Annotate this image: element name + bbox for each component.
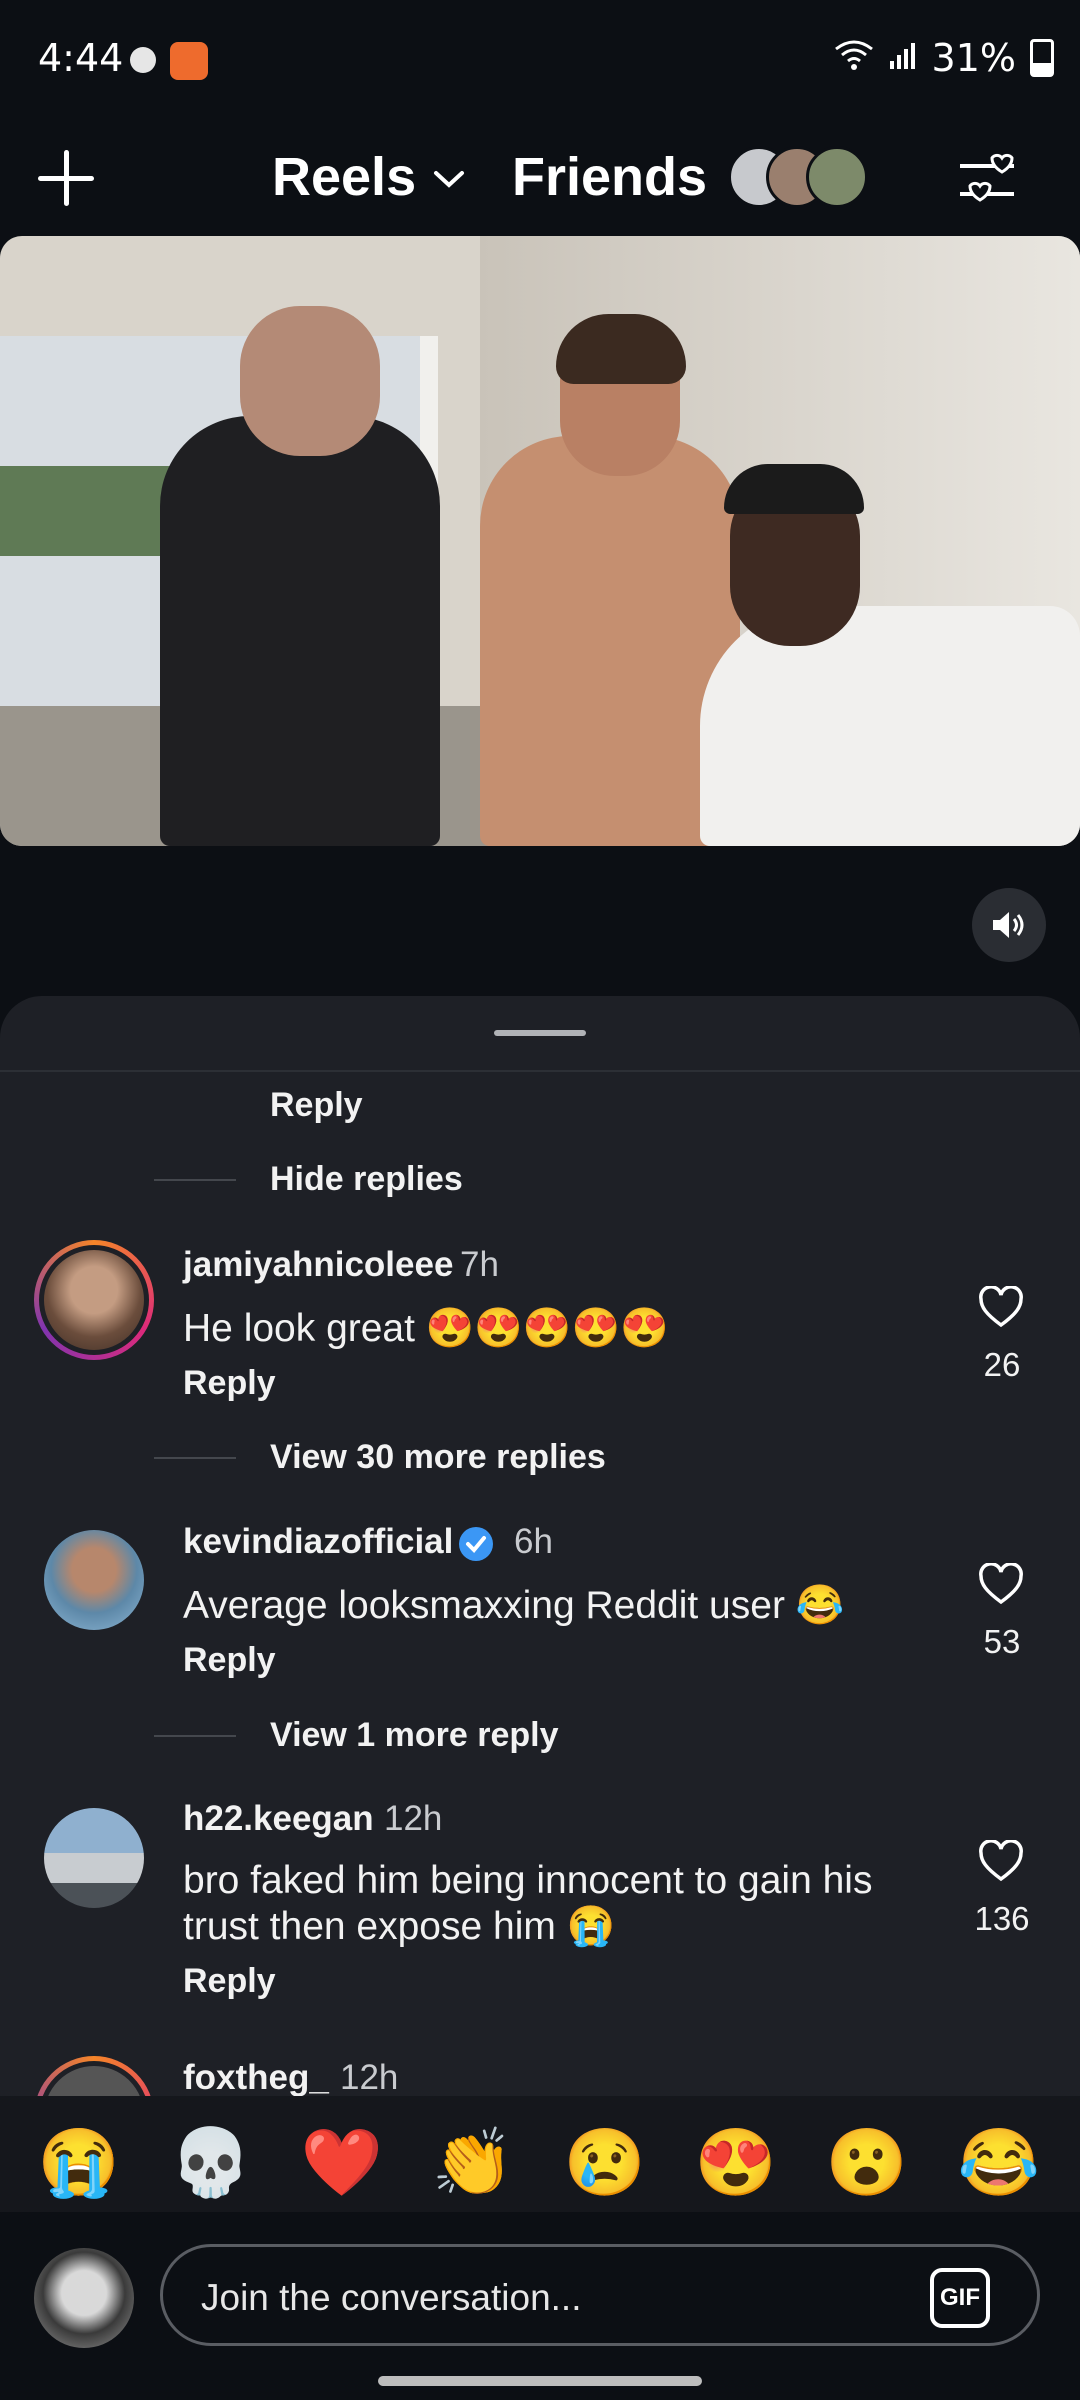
thread-line xyxy=(154,1179,236,1181)
comment-text: Average looksmaxxing Reddit user 😂 xyxy=(183,1584,845,1627)
thread-line xyxy=(154,1735,236,1737)
hide-replies-button[interactable]: Hide replies xyxy=(270,1160,463,1199)
verified-badge-icon xyxy=(456,1524,496,1569)
emoji-reaction-bar xyxy=(0,2096,1080,2212)
emoji-sad[interactable]: 😢 xyxy=(560,2124,650,2202)
heart-icon[interactable] xyxy=(978,1562,1024,1609)
view-more-replies-button[interactable]: View 1 more reply xyxy=(270,1716,559,1755)
battery-text: 31% xyxy=(931,36,1016,80)
person-left-head xyxy=(240,306,380,456)
gif-icon[interactable]: GIF xyxy=(930,2268,990,2328)
emoji-skull[interactable]: 💀 xyxy=(166,2124,256,2202)
sheet-divider xyxy=(0,1070,1080,1072)
emoji-laughing[interactable]: 😂 xyxy=(954,2124,1044,2202)
emoji-crying[interactable]: 😭 xyxy=(34,2124,124,2202)
thread-line xyxy=(154,1457,236,1459)
view-more-replies-button[interactable]: View 30 more replies xyxy=(270,1438,606,1477)
like-count: 136 xyxy=(974,1900,1030,1937)
heart-icon[interactable] xyxy=(978,1285,1024,1332)
comment-username[interactable]: kevindiazofficial xyxy=(183,1522,453,1562)
tab-reels[interactable]: Reels xyxy=(272,146,416,208)
comment-text-line-1: bro faked him being innocent to gain his xyxy=(183,1859,873,1902)
filter-hearts-icon[interactable] xyxy=(956,150,1018,212)
volume-icon[interactable] xyxy=(972,888,1046,962)
avatar xyxy=(39,1245,149,1355)
wifi-icon xyxy=(834,36,874,80)
like-count: 53 xyxy=(983,1623,1021,1660)
chevron-down-icon[interactable] xyxy=(432,164,466,198)
plus-icon[interactable] xyxy=(38,150,94,206)
person-left-body xyxy=(160,416,440,846)
reply-button[interactable]: Reply xyxy=(183,1641,276,1680)
comment-time: 7h xyxy=(460,1245,499,1284)
comment-username[interactable]: foxtheg_ xyxy=(183,2058,329,2098)
reel-video[interactable] xyxy=(0,236,1080,846)
person-right-body xyxy=(700,606,1080,846)
comment-text: He look great 😍😍😍😍😍 xyxy=(183,1307,669,1350)
comment-username[interactable]: jamiyahnicoleee xyxy=(183,1245,453,1285)
app-notification-icon xyxy=(170,42,208,80)
comment-username[interactable]: h22.keegan xyxy=(183,1799,374,1839)
comment-text-line-2: trust then expose him 😭 xyxy=(183,1905,616,1948)
heart-icon[interactable] xyxy=(978,1839,1024,1886)
emoji-heart-eyes[interactable]: 😍 xyxy=(691,2124,781,2202)
emoji-surprised[interactable]: 😮 xyxy=(822,2124,912,2202)
comment-input[interactable]: Join the conversation... xyxy=(160,2244,1040,2346)
reply-button[interactable]: Reply xyxy=(270,1086,363,1125)
comment-input-placeholder: Join the conversation... xyxy=(201,2277,582,2318)
comment-time: 12h xyxy=(384,1799,443,1838)
reply-button[interactable]: Reply xyxy=(183,1962,276,2001)
status-time: 4:44 xyxy=(38,36,124,80)
emoji-heart[interactable]: ❤️ xyxy=(297,2124,387,2202)
emoji-clap[interactable]: 👏 xyxy=(428,2124,518,2202)
avatar[interactable] xyxy=(44,1530,144,1630)
status-notification-dot xyxy=(130,47,156,73)
friend-avatar-3 xyxy=(806,146,868,208)
battery-icon xyxy=(1030,39,1054,77)
comment-time: 12h xyxy=(340,2058,399,2097)
current-user-avatar xyxy=(34,2248,134,2348)
signal-icon xyxy=(888,36,918,80)
person-right-cap xyxy=(724,464,864,514)
home-indicator[interactable] xyxy=(378,2376,702,2386)
avatar-story-ring[interactable] xyxy=(34,1240,154,1360)
tab-friends[interactable]: Friends xyxy=(512,146,707,208)
comment-time: 6h xyxy=(514,1522,553,1561)
like-count: 26 xyxy=(983,1346,1021,1383)
status-right-group: 31% xyxy=(834,36,1054,80)
reply-button[interactable]: Reply xyxy=(183,1364,276,1403)
avatar[interactable] xyxy=(44,1808,144,1908)
sheet-drag-handle[interactable] xyxy=(494,1030,586,1036)
